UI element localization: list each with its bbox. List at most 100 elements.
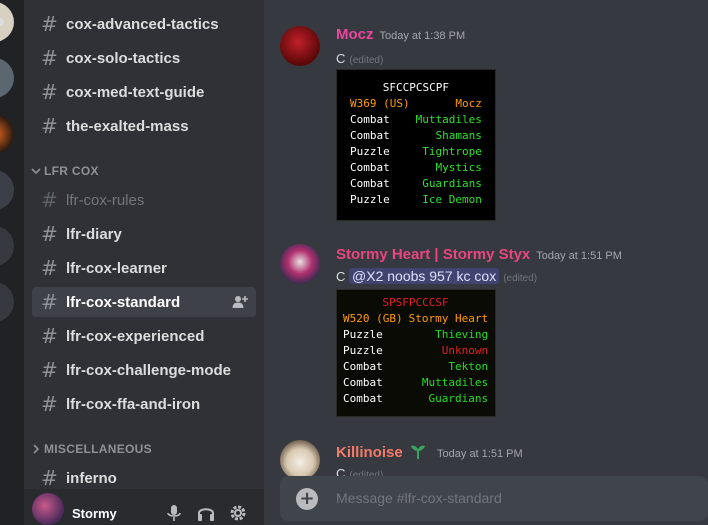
channel-label: lfr-cox-challenge-mode [66,361,232,379]
room-name: Mystics [435,161,482,174]
world-user: Stormy Heart [408,312,489,325]
channel-label: lfr-diary [66,225,122,243]
chat-area: Mocz Today at 1:38 PM C (edited) SFCCPCSCP… [264,0,708,525]
gear-icon[interactable] [228,503,248,523]
server-icon[interactable] [0,58,14,98]
chevron-right-icon [33,444,40,454]
attachment-image[interactable]: SFCCPCSCPF W369 (US) Mocz Combat Muttadile… [336,69,496,221]
room-name: Thieving [435,328,489,341]
channel-cox-med-text-guide[interactable]: # cox-med-text-guide [32,77,256,107]
server-icon[interactable] [0,226,14,266]
sprout-icon [410,445,425,459]
hashtag-icon: # [41,114,58,138]
hashtag-icon: # [41,324,58,348]
avatar[interactable] [32,493,64,525]
room-name: Guardians [428,392,489,405]
room-type: Combat [350,177,390,190]
hashtag-icon: # [41,392,58,416]
chevron-down-icon [31,168,41,175]
channel-the-exalted-mass[interactable]: # the-exalted-mass [32,111,256,141]
hashtag-icon: # [41,188,58,212]
channel-lfr-cox-learner[interactable]: # lfr-cox-learner [32,253,256,283]
hashtag-icon: # [41,466,58,490]
room-name: Muttadiles [415,113,482,126]
server-icon[interactable] [0,114,14,154]
room-name: Tightrope [422,145,482,158]
timestamp: Today at 1:51 PM [536,250,622,262]
room-type: Combat [343,360,383,373]
user-mention[interactable]: @X2 noobs 957 kc cox [349,268,500,284]
world: W520 (GB) [343,312,403,325]
channel-label: lfr-cox-experienced [66,327,205,345]
channel-lfr-cox-experienced[interactable]: # lfr-cox-experienced [32,321,256,351]
channel-cox-advanced-tactics[interactable]: # cox-advanced-tactics [32,9,256,39]
author-name[interactable]: Mocz Today at 1:38 PM [336,26,465,43]
channel-label: cox-advanced-tactics [66,15,219,33]
channel-label: lfr-cox-ffa-and-iron [66,395,201,413]
world-user: Mocz [455,97,482,110]
room-name: Ice Demon [422,193,482,206]
hashtag-icon: # [41,358,58,382]
category-label: LFR COX [44,164,99,178]
room-type: Combat [350,113,390,126]
channel-label: lfr-cox-learner [66,259,167,277]
room-type: Combat [343,376,383,389]
server-icon[interactable] [0,170,14,210]
avatar[interactable] [280,440,320,480]
channel-lfr-diary[interactable]: # lfr-diary [32,219,256,249]
room-name: Shamans [435,129,482,142]
message-composer[interactable]: + Message #lfr-cox-standard [280,476,708,521]
server-list [0,0,24,525]
room-name: Unknown [441,344,489,357]
channel-label: inferno [66,469,117,487]
edited-label: (edited) [349,55,384,66]
room-type: Puzzle [350,145,390,158]
room-name: Guardians [422,177,482,190]
channel-label: lfr-cox-standard [66,293,181,311]
room-type: Combat [343,392,383,405]
avatar[interactable] [280,26,320,66]
message-text: C(edited) [336,51,384,66]
timestamp: Today at 1:38 PM [379,30,466,42]
author-name[interactable]: Stormy Heart | Stormy Styx Today at 1:51 … [336,246,622,263]
timestamp: Today at 1:51 PM [437,448,523,460]
raid-layout: SPSFPCCCSF [382,296,449,309]
user-panel: Stormy [24,489,264,525]
message-input[interactable]: Message #lfr-cox-standard [336,490,502,506]
channel-lfr-cox-ffa-and-iron[interactable]: # lfr-cox-ffa-and-iron [32,389,256,419]
hashtag-icon: # [41,46,58,70]
hashtag-icon: # [41,80,58,104]
attachment-image[interactable]: SPSFPCCCSF W520 (GB) Stormy Heart Puzzle T… [336,289,496,417]
room-type: Combat [350,129,390,142]
channel-lfr-cox-standard[interactable]: # lfr-cox-standard [32,287,256,317]
headphones-icon[interactable] [196,503,216,523]
room-name: Muttadiles [421,376,489,389]
raid-layout: SFCCPCSCPF [382,81,450,94]
hashtag-icon: # [41,256,58,280]
create-invite-icon[interactable] [232,294,248,310]
room-name: Tekton [448,360,489,373]
username: Stormy [72,506,117,521]
room-type: Puzzle [343,344,383,357]
category-miscellaneous[interactable]: MISCELLANEOUS [30,442,152,456]
hashtag-icon: # [41,222,58,246]
room-type: Puzzle [350,193,390,206]
category-label: MISCELLANEOUS [44,442,152,456]
edited-label: (edited) [503,273,538,284]
channel-label: lfr-cox-rules [66,191,145,209]
room-type: Combat [350,161,390,174]
author-name[interactable]: Killinoise Today at 1:51 PM [336,442,523,461]
add-attachment-button[interactable]: + [296,488,318,510]
channel-cox-solo-tactics[interactable]: # cox-solo-tactics [32,43,256,73]
message-text: C @X2 noobs 957 kc cox (edited) [336,268,538,284]
channel-sidebar: # cox-advanced-tactics # cox-solo-tactic… [24,0,264,525]
avatar[interactable] [280,244,320,284]
room-type: Puzzle [343,328,383,341]
channel-lfr-cox-rules[interactable]: # lfr-cox-rules [32,185,256,215]
hashtag-icon: # [41,12,58,36]
hashtag-icon: # [41,290,58,314]
category-lfr-cox[interactable]: LFR COX [30,164,99,178]
microphone-icon[interactable] [164,503,184,523]
channel-lfr-cox-challenge-mode[interactable]: # lfr-cox-challenge-mode [32,355,256,385]
server-icon[interactable] [0,282,14,322]
